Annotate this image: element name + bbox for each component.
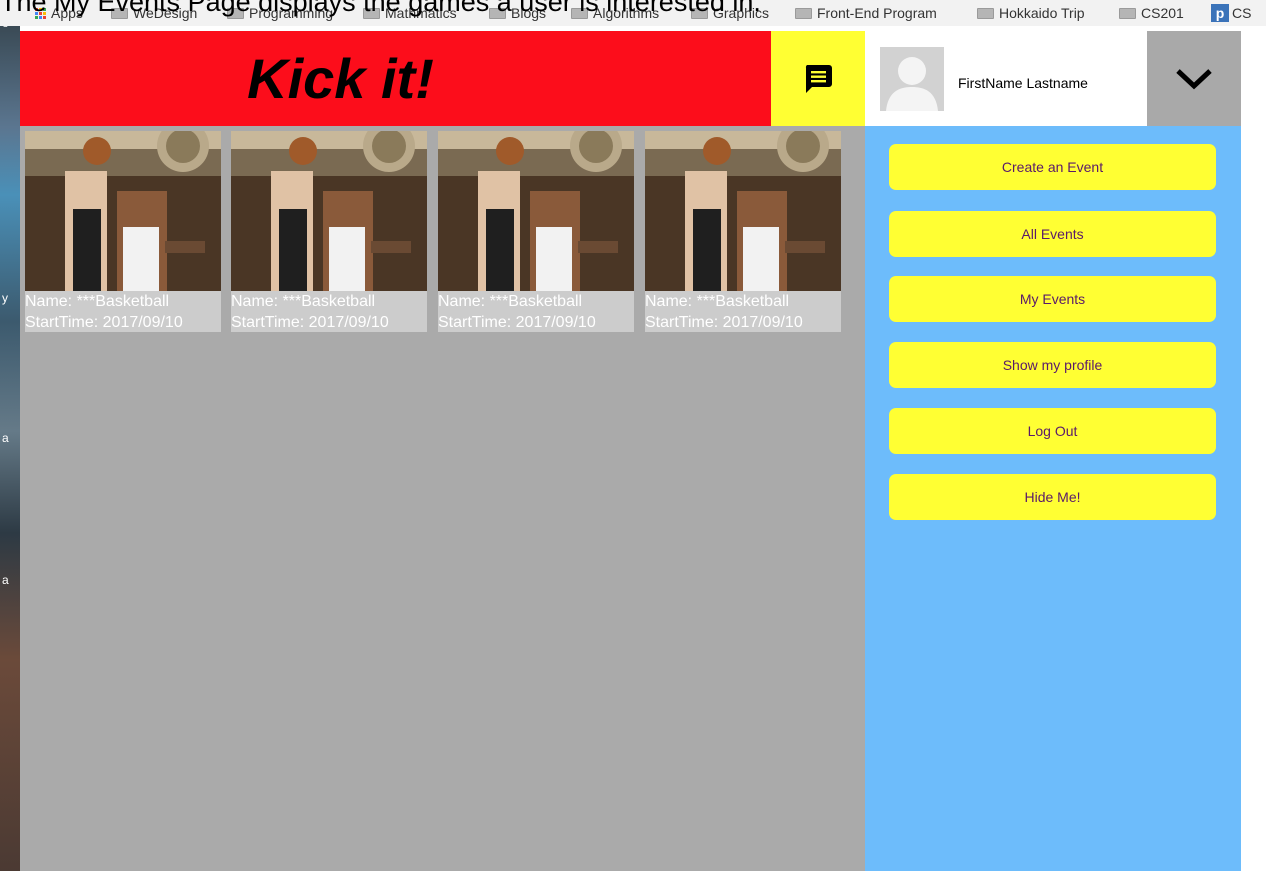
- event-info: Name: ***Basketball StartTime: 2017/09/1…: [645, 291, 841, 332]
- bookmark-front-end-program[interactable]: Front-End Program: [795, 4, 937, 22]
- event-name: Name: ***Basketball: [438, 293, 583, 310]
- event-name: Name: ***Basketball: [25, 293, 170, 310]
- avatar: [880, 47, 944, 111]
- user-profile-box[interactable]: FirstName Lastname: [865, 31, 1147, 126]
- event-info: Name: ***Basketball StartTime: 2017/09/1…: [231, 291, 427, 332]
- hide-me-button[interactable]: Hide Me!: [889, 474, 1216, 520]
- log-out-button[interactable]: Log Out: [889, 408, 1216, 454]
- bookmark-label: Hokkaido Trip: [999, 5, 1085, 21]
- bookmark-cs201[interactable]: CS201: [1119, 4, 1184, 22]
- caption-text: The My Events Page displays the games a …: [0, 0, 761, 17]
- bookmark-hokkaido-trip[interactable]: Hokkaido Trip: [977, 4, 1085, 22]
- event-photo: [438, 131, 634, 291]
- chat-button[interactable]: [771, 31, 865, 126]
- header-brand-bar: Kick it!: [20, 31, 771, 126]
- bookmark-cs[interactable]: p CS: [1211, 4, 1251, 22]
- p-icon: p: [1211, 4, 1229, 22]
- menu-toggle-button[interactable]: [1147, 31, 1241, 126]
- chat-bubble-icon: [805, 64, 832, 93]
- event-card[interactable]: Name: ***Basketball StartTime: 2017/09/1…: [645, 131, 841, 332]
- event-name: Name: ***Basketball: [645, 293, 790, 310]
- avatar-placeholder-icon: [880, 47, 944, 111]
- event-photo: [25, 131, 221, 291]
- event-photo: [231, 131, 427, 291]
- create-event-button[interactable]: Create an Event: [889, 144, 1216, 190]
- show-profile-button[interactable]: Show my profile: [889, 342, 1216, 388]
- right-margin: [1241, 31, 1266, 871]
- folder-icon: [795, 7, 812, 19]
- user-name: FirstName Lastname: [958, 75, 1088, 91]
- event-card[interactable]: Name: ***Basketball StartTime: 2017/09/1…: [438, 131, 634, 332]
- brand-title[interactable]: Kick it!: [247, 46, 434, 111]
- strip-char: a: [2, 431, 9, 445]
- bookmark-label: CS: [1232, 5, 1252, 21]
- app-window: Kick it! FirstName Lastname Name: ***Bas…: [20, 31, 1241, 871]
- chevron-down-icon: [1176, 68, 1212, 89]
- sidebar-menu: Create an Event All Events My Events Sho…: [865, 126, 1241, 871]
- strip-char: y: [2, 291, 8, 305]
- bookmark-label: Front-End Program: [817, 5, 937, 21]
- event-info: Name: ***Basketball StartTime: 2017/09/1…: [438, 291, 634, 332]
- folder-icon: [1119, 7, 1136, 19]
- desktop-background: o y a a: [0, 16, 20, 871]
- folder-icon: [977, 7, 994, 19]
- event-card[interactable]: Name: ***Basketball StartTime: 2017/09/1…: [231, 131, 427, 332]
- bookmark-label: CS201: [1141, 5, 1184, 21]
- event-start-time: StartTime: 2017/09/10: [231, 314, 389, 331]
- strip-char: a: [2, 573, 9, 587]
- event-start-time: StartTime: 2017/09/10: [645, 314, 803, 331]
- event-photo: [645, 131, 841, 291]
- event-info: Name: ***Basketball StartTime: 2017/09/1…: [25, 291, 221, 332]
- my-events-button[interactable]: My Events: [889, 276, 1216, 322]
- event-card[interactable]: Name: ***Basketball StartTime: 2017/09/1…: [25, 131, 221, 332]
- event-start-time: StartTime: 2017/09/10: [438, 314, 596, 331]
- all-events-button[interactable]: All Events: [889, 211, 1216, 257]
- event-name: Name: ***Basketball: [231, 293, 376, 310]
- event-start-time: StartTime: 2017/09/10: [25, 314, 183, 331]
